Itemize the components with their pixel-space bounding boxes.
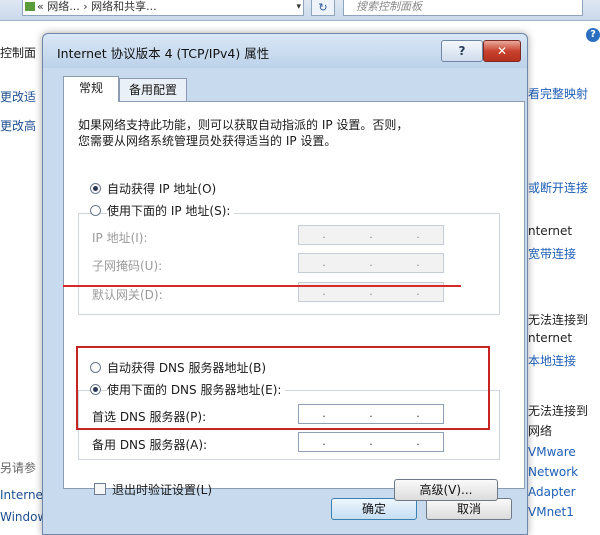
tab-alternate-configuration[interactable]: 备用配置 — [119, 78, 187, 102]
auto-ip-radio[interactable] — [90, 183, 101, 194]
explorer-help-icon[interactable]: ? — [586, 28, 600, 42]
broadband-connection-link[interactable]: 宽带连接 — [528, 245, 576, 262]
left-nav-control-panel[interactable]: 控制面 — [0, 44, 36, 61]
ok-button[interactable]: 确定 — [331, 498, 417, 520]
dialog-help-button[interactable]: ? — [441, 40, 483, 62]
tab-general[interactable]: 常规 — [63, 76, 119, 102]
validate-settings-checkbox[interactable] — [94, 483, 106, 495]
left-nav-change-adapter[interactable]: 更改适 — [0, 88, 36, 105]
description-line-2: 您需要从网络系统管理员处获得适当的 IP 设置。 — [78, 134, 337, 148]
auto-ip-label[interactable]: 自动获得 IP 地址(O) — [107, 180, 216, 197]
annotation-red-box-dns — [76, 346, 490, 430]
left-nav-change-advanced[interactable]: 更改高 — [0, 117, 36, 134]
refresh-icon[interactable]: ↻ — [311, 0, 335, 16]
internet-label-2: nternet — [528, 331, 573, 345]
tcpip-properties-dialog: Internet 协议版本 4 (TCP/IPv4) 属性 ? ✕ 常规 备用配… — [42, 33, 528, 535]
address-text: « 网络... › 网络和共享... — [37, 0, 157, 13]
cannot-connect-label-2: 无法连接到 — [528, 404, 589, 418]
network-icon — [25, 2, 35, 11]
general-tab-panel: 如果网络支持此功能，则可以获取自动指派的 IP 设置。否则， 您需要从网络系统管… — [63, 101, 525, 501]
cannot-connect-label-1: 无法连接到 — [528, 313, 589, 327]
vmware-link-3[interactable]: Adapter — [528, 485, 576, 499]
left-nav-see-also: 另请参 — [0, 461, 37, 475]
ip-address-field[interactable]: . . . — [298, 225, 444, 245]
subnet-mask-label: 子网掩码(U): — [92, 259, 163, 273]
manual-ip-label[interactable]: 使用下面的 IP 地址(S): — [107, 202, 235, 219]
internet-label-1: nternet — [528, 224, 573, 238]
ip-address-label: IP 地址(I): — [92, 231, 148, 245]
subnet-mask-field[interactable]: . . . — [298, 253, 444, 273]
connect-disconnect-link[interactable]: 或断开连接 — [528, 179, 588, 196]
address-dropdown-icon[interactable]: ▾ — [296, 0, 301, 14]
alternate-dns-label: 备用 DNS 服务器(A): — [92, 438, 208, 452]
local-connection-link[interactable]: 本地连接 — [528, 352, 576, 369]
default-gateway-label: 默认网关(D): — [92, 288, 163, 302]
network-label: 网络 — [528, 424, 553, 438]
manual-ip-radio[interactable] — [90, 205, 101, 216]
view-full-map-link[interactable]: 看完整映射 — [528, 85, 588, 102]
validate-settings-label[interactable]: 退出时验证设置(L) — [112, 481, 212, 498]
alternate-dns-field[interactable]: . . . — [298, 432, 444, 452]
vmware-link-4[interactable]: VMnet1 — [528, 505, 574, 519]
dialog-title: Internet 协议版本 4 (TCP/IPv4) 属性 — [57, 46, 270, 61]
advanced-button[interactable]: 高级(V)... — [394, 479, 498, 501]
left-nav-internet-options[interactable]: Internet — [0, 488, 48, 502]
explorer-toolbar: « 网络... › 网络和共享... ▾ ↻ 搜索控制面板 — [0, 0, 600, 21]
annotation-red-underline — [63, 285, 461, 287]
vmware-link-2[interactable]: Network — [528, 465, 578, 479]
dialog-close-button[interactable]: ✕ — [483, 40, 521, 62]
vmware-link-1[interactable]: VMware — [528, 445, 576, 459]
address-bar[interactable]: « 网络... › 网络和共享... ▾ — [22, 0, 304, 16]
description-line-1: 如果网络支持此功能，则可以获取自动指派的 IP 设置。否则， — [78, 118, 409, 132]
cancel-button[interactable]: 取消 — [426, 498, 512, 520]
control-panel-search-input[interactable]: 搜索控制面板 — [343, 0, 583, 16]
dialog-title-bar[interactable]: Internet 协议版本 4 (TCP/IPv4) 属性 ? ✕ — [43, 34, 527, 68]
